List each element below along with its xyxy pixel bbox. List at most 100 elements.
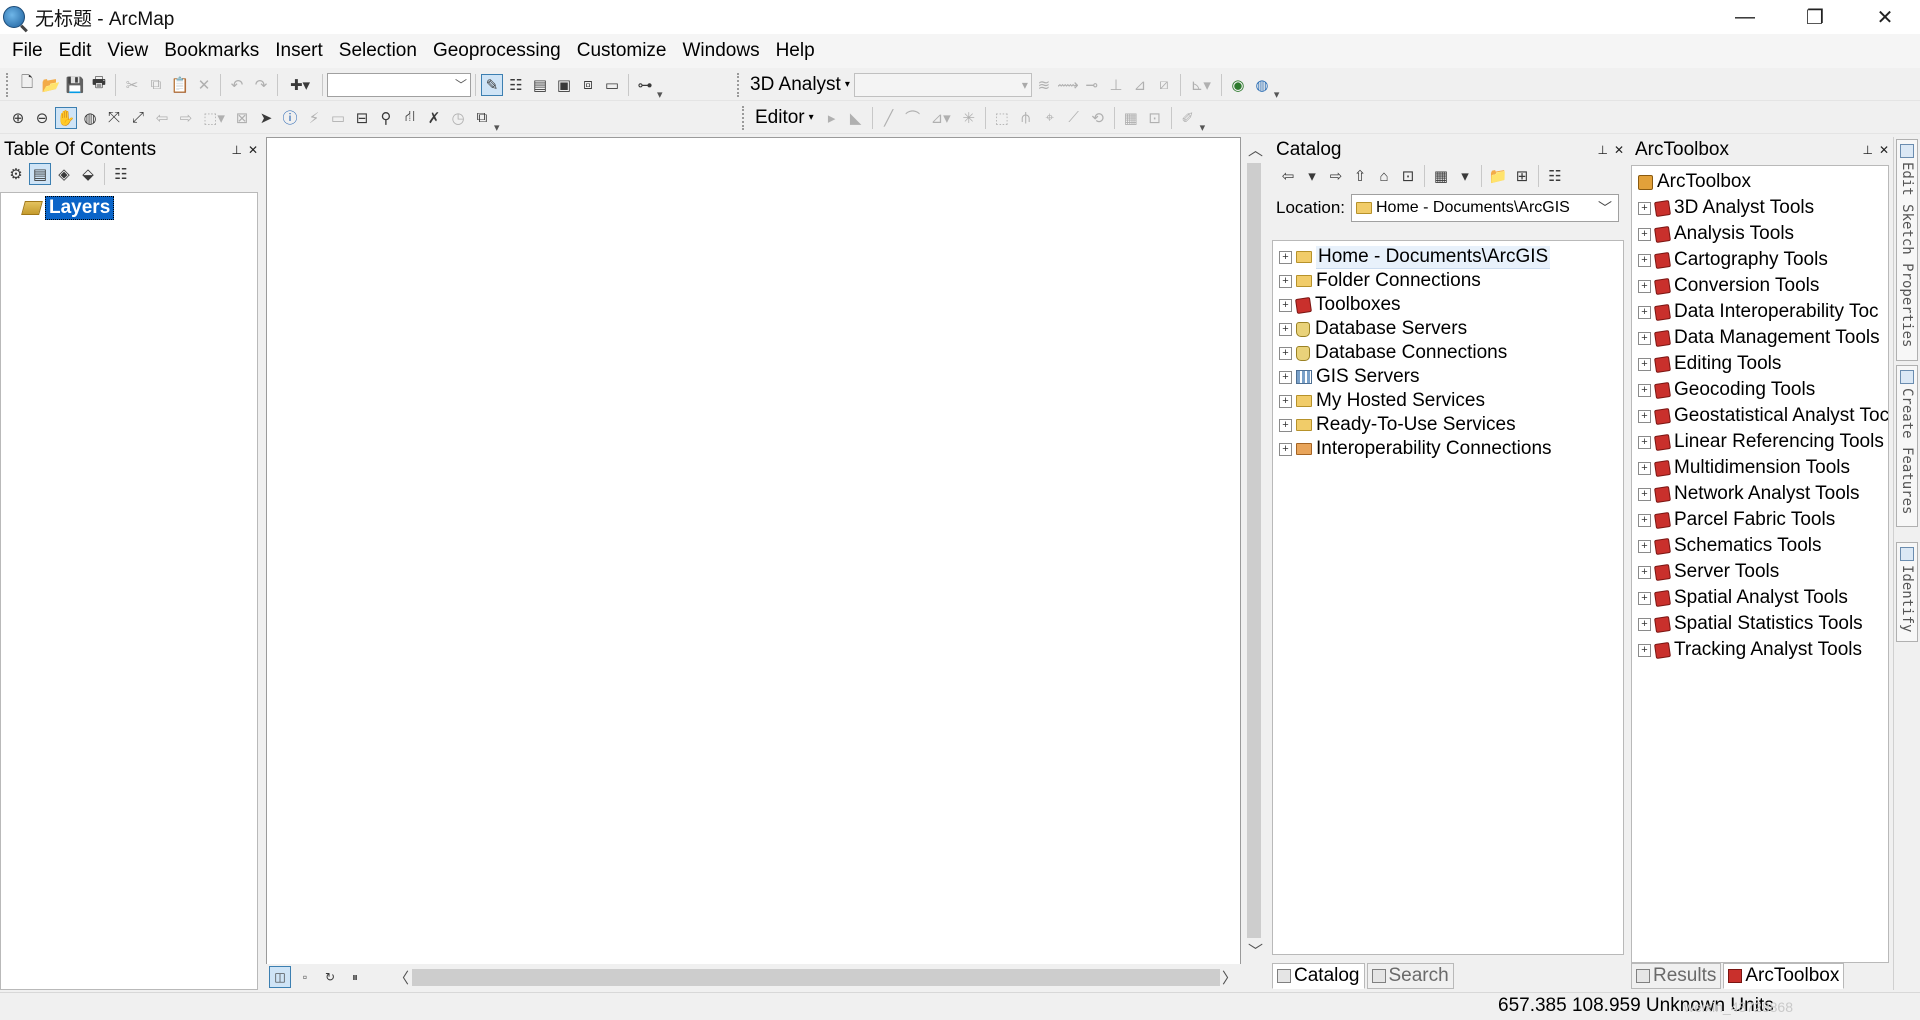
reshape-icon[interactable]: ⫛ [1015, 107, 1037, 129]
expand-icon[interactable]: + [1638, 201, 1651, 215]
expand-icon[interactable]: + [1638, 617, 1651, 631]
menu-selection[interactable]: Selection [331, 38, 425, 64]
expand-icon[interactable]: + [1279, 442, 1292, 456]
arctoolbox-root[interactable]: ArcToolbox [1632, 169, 1888, 195]
toolbox-item[interactable]: + Spatial Statistics Tools [1632, 611, 1888, 637]
toolbox-item[interactable]: + Data Interoperability Toc [1632, 299, 1888, 325]
catalog-item-database-servers[interactable]: + Database Servers [1273, 317, 1623, 341]
interpolate-point-icon[interactable]: ⊥ [1105, 74, 1127, 96]
toc-options-icon[interactable]: ☷ [110, 163, 132, 185]
catalog-options-icon[interactable]: ☷ [1544, 165, 1566, 187]
layers-data-frame[interactable]: Layers [21, 196, 115, 220]
connect-to-folder-icon[interactable]: ⊡ [1397, 165, 1419, 187]
edit-vertices-icon[interactable]: ⬚ [991, 107, 1013, 129]
rotate-icon[interactable]: ⟲ [1087, 107, 1109, 129]
tab-search[interactable]: Search [1366, 963, 1454, 989]
attributes-icon[interactable]: ▦ [1120, 107, 1142, 129]
toolbar-options-icon[interactable] [657, 73, 665, 101]
close-panel-icon[interactable]: ✕ [1879, 143, 1889, 157]
expand-icon[interactable]: + [1638, 643, 1651, 657]
sketch-properties-icon[interactable]: ⊡ [1144, 107, 1166, 129]
edit-annotation-icon[interactable]: ◣ [845, 107, 867, 129]
catalog-item-my-hosted-services[interactable]: + My Hosted Services [1273, 389, 1623, 413]
home-folder-icon[interactable]: ⌂ [1373, 165, 1395, 187]
pause-drawing-icon[interactable]: ⏸ [344, 966, 366, 988]
profile-graph-icon[interactable]: ⊾▾ [1186, 74, 1216, 96]
print-icon[interactable]: 🖶 [88, 74, 110, 96]
auto-hide-pin-icon[interactable]: ⊥ [231, 143, 241, 157]
menu-help[interactable]: Help [768, 38, 823, 64]
go-forward-icon[interactable]: ⇨ [175, 107, 197, 129]
contour-icon[interactable]: ≋ [1033, 74, 1055, 96]
expand-icon[interactable]: + [1638, 253, 1651, 267]
close-button[interactable]: ✕ [1850, 0, 1920, 34]
forward-icon[interactable]: ⇨ [1325, 165, 1347, 187]
close-panel-icon[interactable]: ✕ [1614, 143, 1624, 157]
save-icon[interactable]: 💾 [64, 74, 86, 96]
expand-icon[interactable]: + [1638, 461, 1651, 475]
edit-tool-icon[interactable]: ▸ [821, 107, 843, 129]
catalog-item-gis-servers[interactable]: + GIS Servers [1273, 365, 1623, 389]
expand-icon[interactable]: + [1638, 331, 1651, 345]
identify-icon[interactable]: ⓘ [279, 107, 301, 129]
find-icon[interactable]: ⚲ [375, 107, 397, 129]
toolbox-item[interactable]: + Network Analyst Tools [1632, 481, 1888, 507]
analyst-layer-combo[interactable]: ▾ [853, 72, 1032, 97]
cut-icon[interactable]: ✂ [121, 74, 143, 96]
scroll-up-icon[interactable]: ︿ [1248, 139, 1263, 160]
arcglobe-icon[interactable]: ◍ [1251, 74, 1273, 96]
search-window-icon[interactable]: ▣ [553, 74, 575, 96]
line-of-sight-icon[interactable]: ⊸ [1081, 74, 1103, 96]
location-combo[interactable]: Home - Documents\ArcGIS ﹀ [1351, 194, 1619, 222]
expand-icon[interactable]: + [1638, 357, 1651, 371]
cut-polygons-icon[interactable]: ⌖ [1039, 107, 1061, 129]
expand-icon[interactable]: + [1638, 409, 1651, 423]
toolbox-item[interactable]: + Geostatistical Analyst Toc [1632, 403, 1888, 429]
menu-file[interactable]: File [4, 38, 51, 64]
toolbox-item[interactable]: + Multidimension Tools [1632, 455, 1888, 481]
arctoolbox-window-icon[interactable]: ⧈ [577, 74, 599, 96]
menu-edit[interactable]: Edit [51, 38, 100, 64]
toolbox-item[interactable]: + Tracking Analyst Tools [1632, 637, 1888, 663]
toolbox-item[interactable]: + Cartography Tools [1632, 247, 1888, 273]
table-of-contents-icon[interactable]: ☷ [505, 74, 527, 96]
steepest-path-icon[interactable]: ⟿ [1057, 74, 1079, 96]
go-back-icon[interactable]: ⇦ [151, 107, 173, 129]
toolbar-options-icon[interactable] [1200, 106, 1208, 134]
list-by-selection-icon[interactable]: ⬙ [77, 163, 99, 185]
expand-icon[interactable]: + [1638, 487, 1651, 501]
map-vertical-scroll-thumb[interactable] [1247, 163, 1261, 938]
tab-create-features[interactable]: Create Features [1896, 365, 1918, 527]
fixed-zoom-out-icon[interactable]: ⤢ [127, 107, 149, 129]
expand-icon[interactable]: + [1279, 274, 1292, 288]
toolbox-item[interactable]: + Geocoding Tools [1632, 377, 1888, 403]
refresh-view-icon[interactable]: ↻ [319, 966, 341, 988]
tab-identify[interactable]: Identify [1896, 542, 1918, 642]
data-view-icon[interactable]: ◫ [269, 966, 291, 988]
create-features-icon[interactable]: ✐ [1177, 107, 1199, 129]
scroll-down-icon[interactable]: ﹀ [1248, 940, 1263, 961]
catalog-item-toolboxes[interactable]: + Toolboxes [1273, 293, 1623, 317]
editor-toolbar-icon[interactable]: ✎ [481, 73, 503, 96]
pan-icon[interactable]: ✋ [55, 106, 77, 129]
expand-icon[interactable]: + [1638, 305, 1651, 319]
analyst-dropdown[interactable]: 3D Analyst [746, 74, 845, 96]
expand-icon[interactable]: + [1279, 346, 1292, 360]
close-panel-icon[interactable]: ✕ [248, 143, 258, 157]
html-popup-icon[interactable]: ▭ [327, 107, 349, 129]
trace-icon[interactable]: ⊿▾ [926, 107, 956, 129]
expand-icon[interactable]: + [1279, 394, 1292, 408]
open-icon[interactable]: 📂 [40, 74, 62, 96]
toolbar-handle[interactable] [742, 105, 747, 130]
layers-label[interactable]: Layers [45, 196, 115, 220]
views-icon[interactable]: ▦ [1430, 165, 1452, 187]
catalog-item-home[interactable]: + Home - Documents\ArcGIS [1273, 245, 1623, 269]
fixed-zoom-in-icon[interactable]: ⤧ [103, 107, 125, 129]
map-horizontal-scroll-thumb[interactable] [412, 969, 1220, 986]
editor-chevron-icon[interactable]: ▾ [809, 112, 814, 123]
toolbar-handle[interactable] [6, 72, 11, 97]
menu-windows[interactable]: Windows [675, 38, 768, 64]
tab-edit-sketch-properties[interactable]: Edit Sketch Properties [1896, 139, 1918, 361]
back-history-icon[interactable]: ▾ [1301, 165, 1323, 187]
delete-icon[interactable]: ✕ [193, 74, 215, 96]
